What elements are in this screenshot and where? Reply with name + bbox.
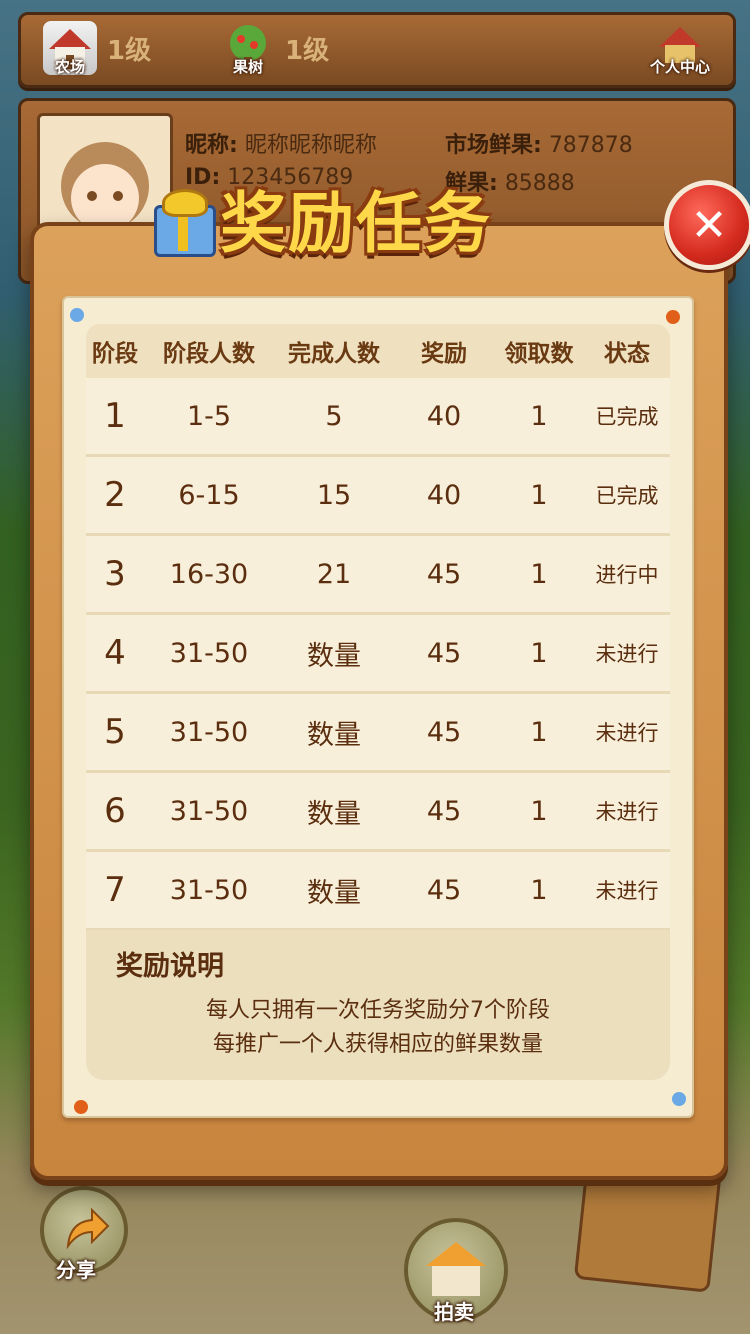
cell-status: 未进行 bbox=[595, 721, 659, 745]
table-header: 阶段 阶段人数 完成人数 奖励 领取数 状态 bbox=[86, 324, 670, 378]
table-row: 5 31-50 数量 45 1 未进行 bbox=[86, 694, 670, 773]
cell-claimed: 1 bbox=[530, 874, 548, 906]
header-status: 状态 bbox=[604, 341, 650, 367]
share-label: 分享 bbox=[56, 1258, 96, 1282]
fruit-tree-icon: 果树 bbox=[221, 21, 275, 76]
table-row: 2 6-15 15 40 1 已完成 bbox=[86, 457, 670, 536]
description-title: 奖励说明 bbox=[116, 951, 224, 982]
cell-reward: 45 bbox=[426, 637, 462, 669]
pin-icon bbox=[672, 1092, 686, 1106]
cell-stage: 1 bbox=[104, 396, 126, 436]
cell-stage: 2 bbox=[104, 475, 126, 515]
cell-stage: 5 bbox=[104, 712, 126, 752]
farm-nav-item[interactable]: 农场 1级 bbox=[43, 21, 152, 76]
cell-stage-people: 31-50 bbox=[169, 795, 249, 827]
farm-label: 农场 bbox=[54, 58, 85, 76]
header-completed: 完成人数 bbox=[288, 341, 380, 367]
cell-stage-people: 31-50 bbox=[169, 874, 249, 906]
table-row: 6 31-50 数量 45 1 未进行 bbox=[86, 773, 670, 852]
cell-status: 未进行 bbox=[595, 642, 659, 666]
cell-claimed: 1 bbox=[530, 637, 548, 669]
cell-stage: 7 bbox=[104, 870, 126, 910]
reward-stage-table: 阶段 阶段人数 完成人数 奖励 领取数 状态 1 1-5 5 40 1 已完成 … bbox=[86, 324, 670, 931]
pin-icon bbox=[70, 308, 84, 322]
auction-label: 拍卖 bbox=[434, 1300, 474, 1324]
cell-completed: 数量 bbox=[307, 640, 361, 672]
cell-status: 未进行 bbox=[595, 800, 659, 824]
personal-center-nav-item[interactable]: 个人中心 bbox=[645, 21, 715, 76]
cell-completed: 数量 bbox=[307, 719, 361, 751]
cell-status: 已完成 bbox=[595, 484, 659, 508]
cell-stage: 3 bbox=[104, 554, 126, 594]
table-row: 3 16-30 21 45 1 进行中 bbox=[86, 536, 670, 615]
cell-completed: 数量 bbox=[307, 877, 361, 909]
nickname-field: 昵称: 昵称昵称昵称 bbox=[185, 133, 377, 158]
tree-nav-item[interactable]: 果树 1级 bbox=[221, 21, 330, 76]
tree-label: 果树 bbox=[232, 58, 263, 76]
pin-icon bbox=[666, 310, 680, 324]
cell-claimed: 1 bbox=[530, 558, 548, 590]
table-row: 1 1-5 5 40 1 已完成 bbox=[86, 378, 670, 457]
cell-stage-people: 31-50 bbox=[169, 716, 249, 748]
close-button[interactable]: ✕ bbox=[664, 180, 750, 270]
tree-level: 1级 bbox=[285, 35, 330, 66]
cell-completed: 21 bbox=[316, 558, 352, 590]
header-stage-people: 阶段人数 bbox=[163, 341, 255, 367]
cell-stage-people: 31-50 bbox=[169, 637, 249, 669]
cell-stage-people: 1-5 bbox=[186, 400, 232, 432]
cell-claimed: 1 bbox=[530, 400, 548, 432]
header-reward: 奖励 bbox=[421, 341, 467, 367]
modal-title-wrap: 奖励任务 bbox=[148, 170, 492, 266]
gift-icon bbox=[148, 183, 216, 257]
farm-icon: 农场 bbox=[43, 21, 97, 76]
pin-icon bbox=[74, 1100, 88, 1114]
cell-reward: 45 bbox=[426, 874, 462, 906]
cell-stage: 4 bbox=[104, 633, 126, 673]
close-icon: ✕ bbox=[690, 199, 728, 251]
header-claimed: 领取数 bbox=[504, 341, 574, 367]
reward-description: 奖励说明 每人只拥有一次任务奖励分7个阶段 每推广一个人获得相应的鲜果数量 bbox=[86, 930, 670, 1080]
cell-claimed: 1 bbox=[530, 479, 548, 511]
home-icon: 个人中心 bbox=[645, 21, 715, 76]
cell-claimed: 1 bbox=[530, 716, 548, 748]
description-line: 每推广一个人获得相应的鲜果数量 bbox=[212, 1032, 543, 1057]
cell-completed: 数量 bbox=[307, 798, 361, 830]
header-stage: 阶段 bbox=[92, 341, 138, 367]
cell-completed: 5 bbox=[325, 400, 343, 432]
cell-completed: 15 bbox=[316, 479, 352, 511]
top-nav-bar: 农场 1级 果树 1级 个人中心 bbox=[18, 12, 736, 88]
description-line: 每人只拥有一次任务奖励分7个阶段 bbox=[206, 998, 550, 1023]
market-fruit-field: 市场鲜果: 787878 bbox=[445, 133, 633, 158]
modal-title: 奖励任务 bbox=[220, 185, 492, 262]
table-row: 7 31-50 数量 45 1 未进行 bbox=[86, 852, 670, 931]
personal-center-label: 个人中心 bbox=[649, 58, 710, 76]
cell-claimed: 1 bbox=[530, 795, 548, 827]
cell-reward: 45 bbox=[426, 716, 462, 748]
table-row: 4 31-50 数量 45 1 未进行 bbox=[86, 615, 670, 694]
cell-status: 进行中 bbox=[595, 563, 659, 587]
cell-status: 已完成 bbox=[595, 405, 659, 429]
cell-stage-people: 6-15 bbox=[178, 479, 240, 511]
cell-stage-people: 16-30 bbox=[169, 558, 249, 590]
cell-reward: 45 bbox=[426, 558, 462, 590]
farm-level: 1级 bbox=[107, 35, 152, 66]
cell-stage: 6 bbox=[104, 791, 126, 831]
cell-status: 未进行 bbox=[595, 879, 659, 903]
cell-reward: 40 bbox=[426, 479, 462, 511]
cell-reward: 45 bbox=[426, 795, 462, 827]
cell-reward: 40 bbox=[426, 400, 462, 432]
task-paper: 阶段 阶段人数 完成人数 奖励 领取数 状态 1 1-5 5 40 1 已完成 … bbox=[62, 296, 694, 1118]
